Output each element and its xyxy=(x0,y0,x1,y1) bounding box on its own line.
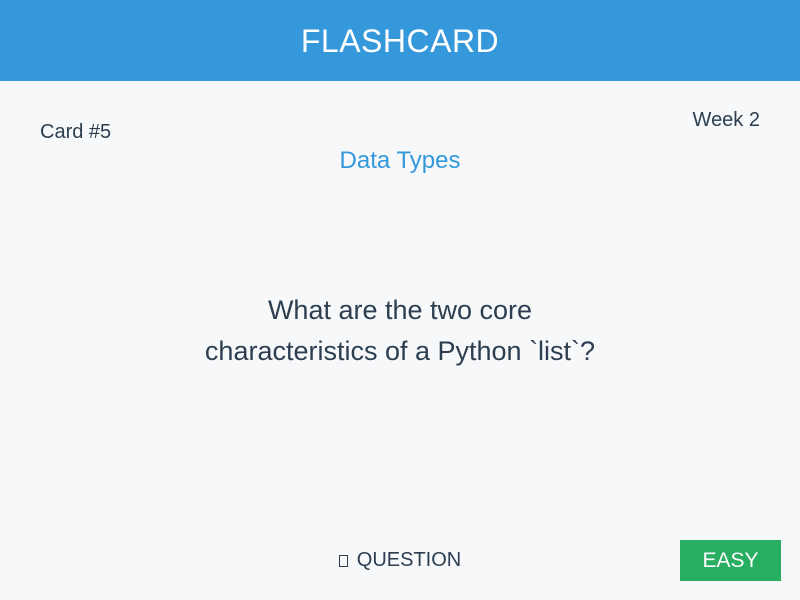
mode-label: QUESTION xyxy=(356,549,462,571)
flashcard-question: What are the two core characteristics of… xyxy=(120,290,680,372)
question-line-1: What are the two core xyxy=(267,295,533,325)
question-line-2: characteristics of a Python `list`? xyxy=(204,336,596,366)
card-icon xyxy=(338,555,348,567)
header-title: FLASHCARD xyxy=(300,22,500,59)
card-number: Card #5 xyxy=(40,121,112,143)
flashcard-header: FLASHCARD xyxy=(0,0,800,81)
topic-label: Data Types xyxy=(339,147,461,174)
week-label: Week 2 xyxy=(692,109,760,131)
flashcard-screen: FLASHCARD Card #5 Week 2 Data Types What… xyxy=(0,0,800,600)
easy-button[interactable]: EASY xyxy=(680,540,781,581)
